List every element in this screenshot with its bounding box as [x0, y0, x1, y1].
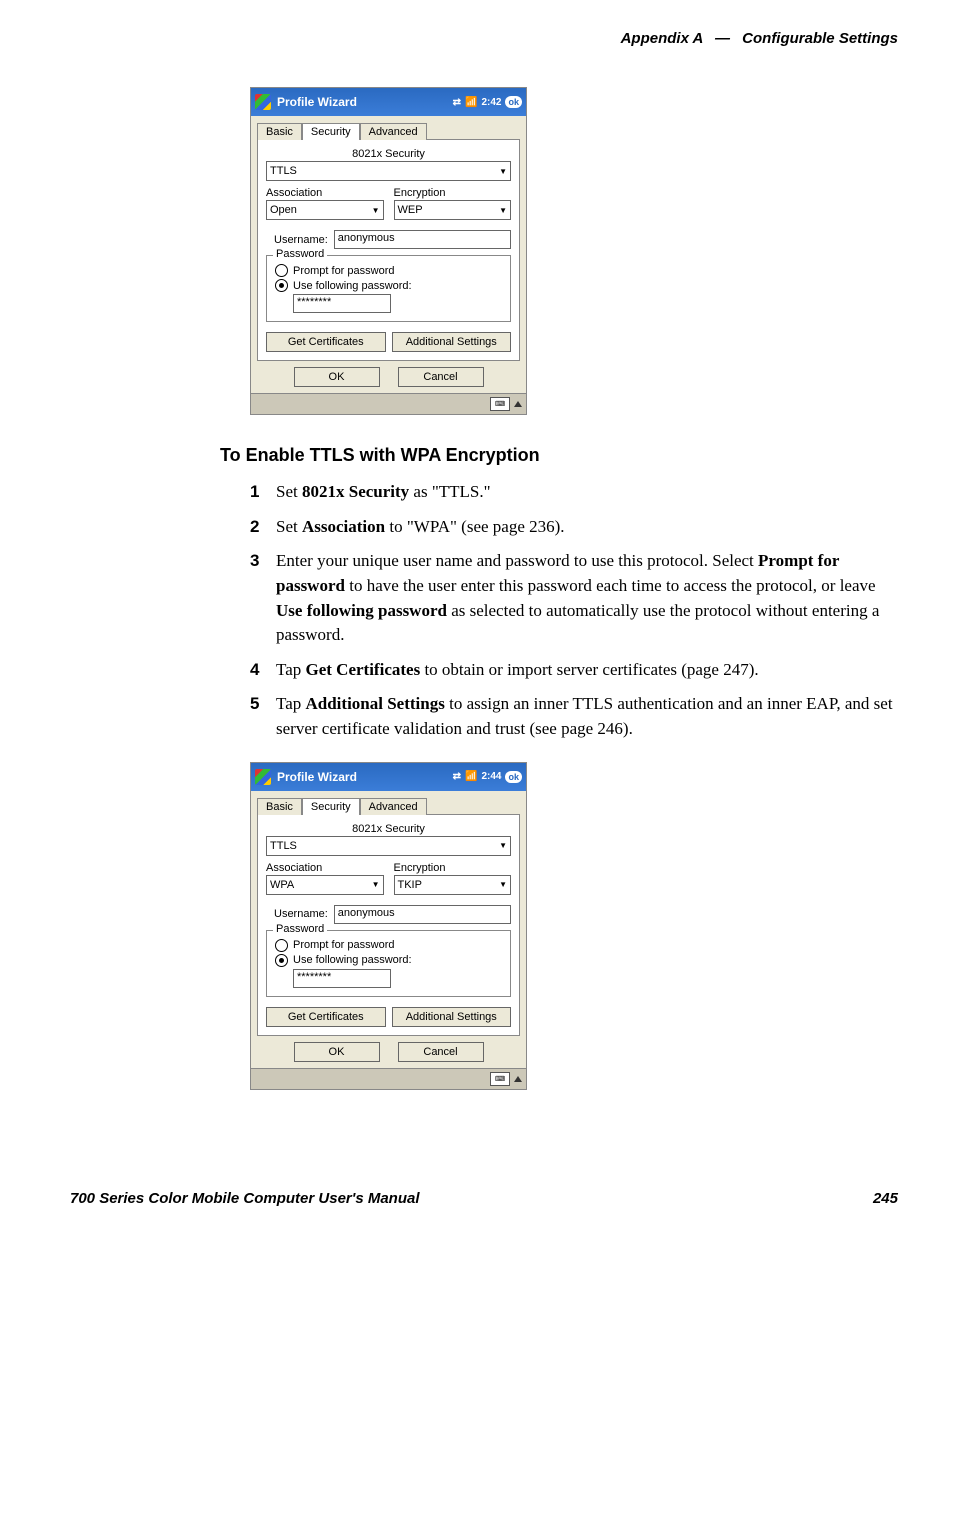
step-1: 1 Set 8021x Security as "TTLS." — [250, 480, 898, 505]
password-legend: Password — [273, 248, 327, 260]
section-heading: To Enable TTLS with WPA Encryption — [220, 445, 898, 466]
clock[interactable]: 2:44 — [481, 771, 501, 782]
footer-page: 245 — [873, 1190, 898, 1207]
tab-bar: Basic Security Advanced — [251, 791, 526, 814]
up-arrow-icon[interactable] — [514, 401, 522, 407]
tab-content: 8021x Security TTLS ▼ Association Open ▼… — [257, 139, 520, 361]
password-group: Password Prompt for password Use followi… — [266, 930, 511, 997]
label-prompt: Prompt for password — [293, 939, 394, 951]
ok-button[interactable]: OK — [294, 1042, 380, 1062]
radio-use-following[interactable] — [275, 279, 288, 292]
tab-security[interactable]: Security — [302, 123, 360, 140]
tab-advanced[interactable]: Advanced — [360, 798, 427, 815]
screenshot-1: Profile Wizard ⇄ 📶 2:42 ok Basic Securit… — [250, 87, 898, 415]
header-title: Configurable Settings — [742, 30, 898, 47]
keyboard-icon[interactable]: ⌨ — [490, 1072, 510, 1086]
step-4: 4 Tap Get Certificates to obtain or impo… — [250, 658, 898, 683]
keyboard-icon[interactable]: ⌨ — [490, 397, 510, 411]
label-8021x: 8021x Security — [266, 823, 511, 835]
radio-prompt[interactable] — [275, 939, 288, 952]
tab-security[interactable]: Security — [302, 798, 360, 815]
get-certificates-button[interactable]: Get Certificates — [266, 332, 386, 352]
windows-start-icon[interactable] — [255, 769, 271, 785]
label-encryption: Encryption — [394, 187, 512, 199]
up-arrow-icon[interactable] — [514, 1076, 522, 1082]
ok-button[interactable]: OK — [294, 367, 380, 387]
sip-bar: ⌨ — [251, 393, 526, 414]
sip-bar: ⌨ — [251, 1068, 526, 1089]
dropdown-encryption[interactable]: TKIP ▼ — [394, 875, 512, 895]
label-encryption: Encryption — [394, 862, 512, 874]
volume-icon[interactable]: 📶 — [465, 97, 477, 108]
password-group: Password Prompt for password Use followi… — [266, 255, 511, 322]
label-use-following: Use following password: — [293, 280, 412, 292]
label-username: Username: — [274, 234, 328, 246]
step-2: 2 Set Association to "WPA" (see page 236… — [250, 515, 898, 540]
chevron-down-icon: ▼ — [499, 880, 507, 889]
get-certificates-button[interactable]: Get Certificates — [266, 1007, 386, 1027]
connectivity-icon[interactable]: ⇄ — [453, 97, 461, 108]
tab-basic[interactable]: Basic — [257, 123, 302, 140]
radio-use-following[interactable] — [275, 954, 288, 967]
tab-content: 8021x Security TTLS ▼ Association WPA ▼ … — [257, 814, 520, 1036]
password-legend: Password — [273, 923, 327, 935]
windows-start-icon[interactable] — [255, 94, 271, 110]
label-use-following: Use following password: — [293, 954, 412, 966]
header-sep: — — [715, 30, 730, 47]
username-input[interactable]: anonymous — [334, 905, 511, 924]
cancel-button[interactable]: Cancel — [398, 367, 484, 387]
step-5: 5 Tap Additional Settings to assign an i… — [250, 692, 898, 741]
clock[interactable]: 2:42 — [481, 97, 501, 108]
footer-manual: 700 Series Color Mobile Computer User's … — [70, 1190, 420, 1207]
label-username: Username: — [274, 908, 328, 920]
chevron-down-icon: ▼ — [372, 880, 380, 889]
label-prompt: Prompt for password — [293, 265, 394, 277]
cancel-button[interactable]: Cancel — [398, 1042, 484, 1062]
dropdown-encryption[interactable]: WEP ▼ — [394, 200, 512, 220]
chevron-down-icon: ▼ — [499, 206, 507, 215]
connectivity-icon[interactable]: ⇄ — [453, 771, 461, 782]
header-appendix: Appendix A — [621, 30, 703, 47]
window-title: Profile Wizard — [277, 95, 357, 109]
volume-icon[interactable]: 📶 — [465, 771, 477, 782]
additional-settings-button[interactable]: Additional Settings — [392, 1007, 512, 1027]
chevron-down-icon: ▼ — [499, 167, 507, 176]
username-input[interactable]: anonymous — [334, 230, 511, 249]
tab-basic[interactable]: Basic — [257, 798, 302, 815]
page-header: Appendix A — Configurable Settings — [70, 30, 898, 47]
radio-prompt[interactable] — [275, 264, 288, 277]
password-input[interactable]: ******** — [293, 969, 391, 988]
dropdown-association[interactable]: Open ▼ — [266, 200, 384, 220]
label-8021x: 8021x Security — [266, 148, 511, 160]
step-3: 3 Enter your unique user name and passwo… — [250, 549, 898, 648]
label-association: Association — [266, 187, 384, 199]
chevron-down-icon: ▼ — [499, 841, 507, 850]
steps-list: 1 Set 8021x Security as "TTLS." 2 Set As… — [250, 480, 898, 742]
screenshot-2: Profile Wizard ⇄ 📶 2:44 ok Basic Securit… — [250, 762, 898, 1090]
dropdown-8021x[interactable]: TTLS ▼ — [266, 836, 511, 856]
tab-bar: Basic Security Advanced — [251, 116, 526, 139]
ok-titlebar-button[interactable]: ok — [505, 96, 522, 108]
ok-titlebar-button[interactable]: ok — [505, 771, 522, 783]
titlebar: Profile Wizard ⇄ 📶 2:42 ok — [251, 88, 526, 116]
page-footer: 700 Series Color Mobile Computer User's … — [70, 1190, 898, 1207]
window-title: Profile Wizard — [277, 770, 357, 784]
titlebar: Profile Wizard ⇄ 📶 2:44 ok — [251, 763, 526, 791]
additional-settings-button[interactable]: Additional Settings — [392, 332, 512, 352]
label-association: Association — [266, 862, 384, 874]
tab-advanced[interactable]: Advanced — [360, 123, 427, 140]
dropdown-8021x[interactable]: TTLS ▼ — [266, 161, 511, 181]
chevron-down-icon: ▼ — [372, 206, 380, 215]
password-input[interactable]: ******** — [293, 294, 391, 313]
dropdown-association[interactable]: WPA ▼ — [266, 875, 384, 895]
